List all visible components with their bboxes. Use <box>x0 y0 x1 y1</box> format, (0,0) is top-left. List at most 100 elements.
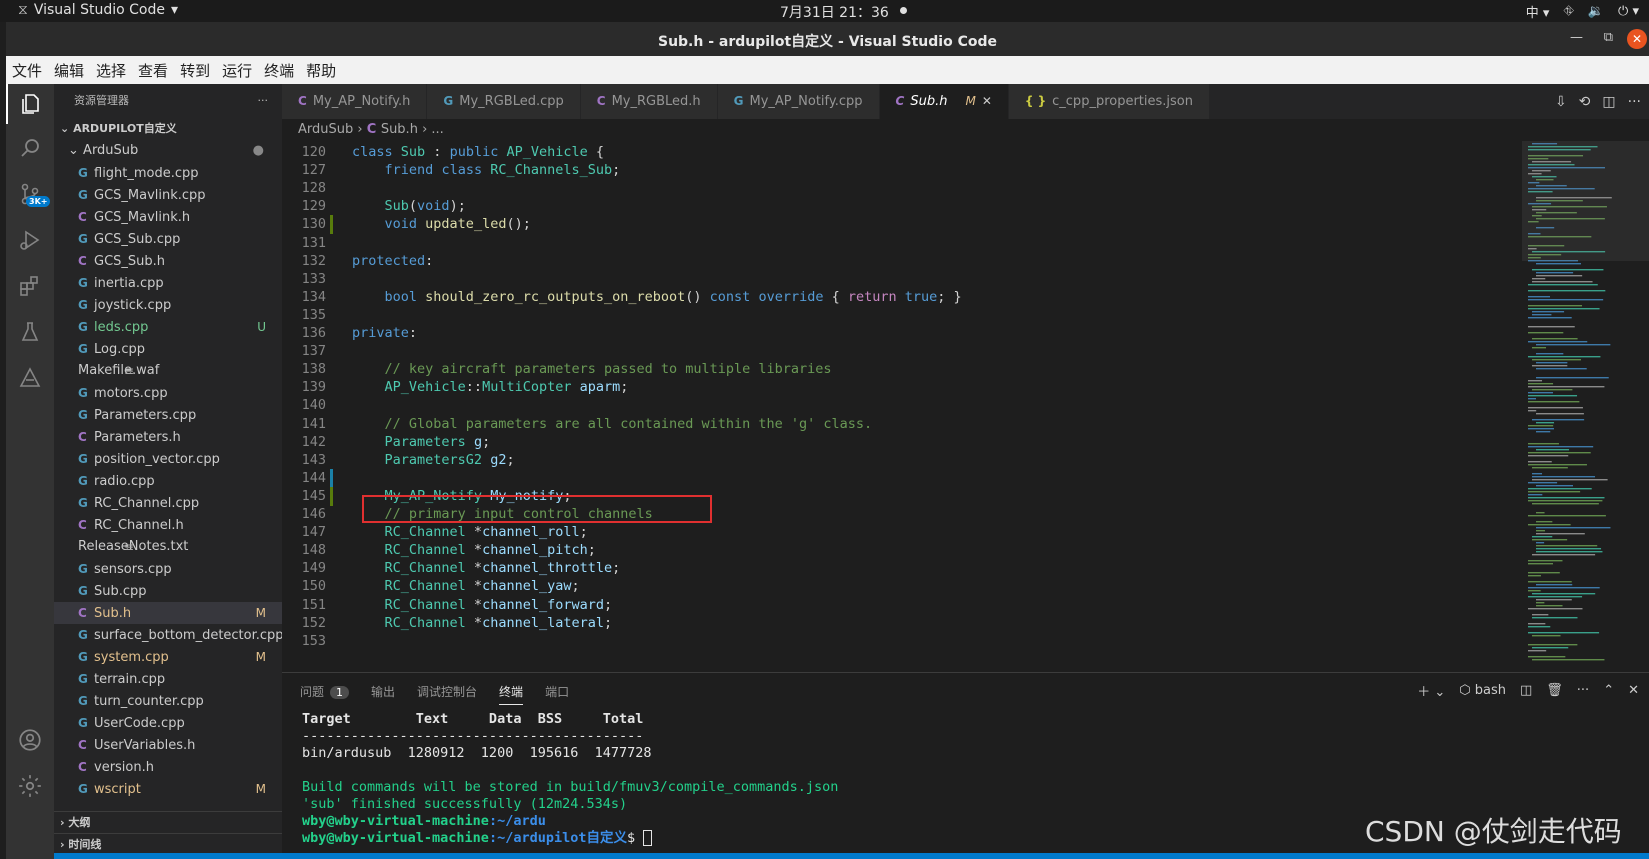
extensions-icon[interactable] <box>6 266 54 306</box>
open-changes-icon[interactable]: ⟲ <box>1579 94 1591 110</box>
tab-problems[interactable]: 问题 1 <box>300 683 350 705</box>
code-editor[interactable]: 120 class Sub : public AP_Vehicle {127 fr… <box>282 141 1522 672</box>
file-item[interactable]: Ginertia.cpp <box>54 272 282 294</box>
run-debug-icon[interactable] <box>6 220 54 260</box>
volume-icon[interactable]: 🔉 <box>1588 4 1604 19</box>
file-item[interactable]: G Log.cpp <box>54 338 282 360</box>
menu-view[interactable]: 查看 <box>138 60 168 81</box>
settings-gear-icon[interactable] <box>6 766 54 806</box>
minimap[interactable] <box>1522 141 1649 672</box>
breadcrumb-file[interactable]: Sub.h <box>381 122 418 137</box>
file-item[interactable]: C GCS_Sub.h <box>54 250 282 272</box>
file-name: radio.cpp <box>94 474 155 489</box>
minimap-code-line <box>1532 635 1561 637</box>
file-item[interactable]: Gmotors.cpp <box>54 382 282 404</box>
terminal-shell-label[interactable]: ⬡ bash <box>1459 683 1506 698</box>
menu-edit[interactable]: 编辑 <box>54 60 84 81</box>
file-item[interactable]: Gjoystick.cpp <box>54 294 282 316</box>
testing-icon[interactable] <box>6 312 54 352</box>
file-item[interactable]: Gsensors.cpp <box>54 558 282 580</box>
minimap-slider[interactable] <box>1522 141 1649 261</box>
tab-terminal[interactable]: 终端 <box>499 683 524 705</box>
close-panel-icon[interactable]: ✕ <box>1628 683 1639 698</box>
file-item[interactable]: C UserVariables.h <box>54 734 282 756</box>
file-item[interactable]: Gsystem.cpp M <box>54 646 282 668</box>
file-item[interactable]: G UserCode.cpp <box>54 712 282 734</box>
minimize-icon[interactable]: — <box>1570 30 1583 45</box>
file-item[interactable]: Gflight_mode.cpp <box>54 162 282 184</box>
split-terminal-icon[interactable]: ◫ <box>1520 683 1532 698</box>
file-item[interactable]: ≡ ReleaseNotes.txt <box>54 536 282 558</box>
tab-my-ap-notify-cpp[interactable]: G My_AP_Notify.cpp <box>717 84 880 119</box>
file-item[interactable]: G GCS_Mavlink.cpp <box>54 184 282 206</box>
accounts-icon[interactable] <box>6 720 54 760</box>
input-method-indicator[interactable]: 中 ▾ <box>1526 2 1550 21</box>
close-window-button[interactable]: ✕ <box>1627 29 1647 49</box>
file-item[interactable]: Gturn_counter.cpp <box>54 690 282 712</box>
menu-terminal[interactable]: 终端 <box>264 60 294 81</box>
file-item[interactable]: C RC_Channel.h <box>54 514 282 536</box>
menu-selection[interactable]: 选择 <box>96 60 126 81</box>
tab-debug-console[interactable]: 调试控制台 <box>417 683 477 705</box>
app-menu[interactable]: ⧖ Visual Studio Code ▾ <box>18 2 178 18</box>
file-item[interactable]: Gsurface_bottom_detector.cpp <box>54 624 284 646</box>
timeline-section[interactable]: › 时间线 <box>54 833 282 855</box>
menu-help[interactable]: 帮助 <box>306 60 336 81</box>
git-status-badge: U <box>257 320 266 334</box>
new-terminal-icon[interactable]: ＋ ⌄ <box>1417 681 1445 700</box>
breadcrumb-symbol[interactable]: ... <box>431 122 443 137</box>
more-actions-icon[interactable]: ··· <box>258 84 269 118</box>
minimap-code-line <box>1528 575 1541 577</box>
menu-go[interactable]: 转到 <box>180 60 210 81</box>
folder-ardusub[interactable]: ⌄ ArduSub ● <box>54 140 282 162</box>
file-item[interactable]: G GCS_Sub.cpp <box>54 228 282 250</box>
tab-ports[interactable]: 端口 <box>545 683 569 705</box>
search-icon[interactable] <box>6 128 54 168</box>
file-item[interactable]: Gterrain.cpp <box>54 668 282 690</box>
network-icon[interactable]: ⛗ <box>1563 4 1573 19</box>
remote-explorer-icon[interactable] <box>6 358 54 398</box>
file-item[interactable]: Gwscript M <box>54 778 282 800</box>
source-control-icon[interactable]: 3K+ <box>6 174 54 214</box>
maximize-panel-icon[interactable]: ⌃ <box>1603 683 1614 698</box>
outline-section[interactable]: › 大纲 <box>54 811 282 833</box>
file-item[interactable]: Gleds.cpp U <box>54 316 282 338</box>
restore-icon[interactable]: ⧉ <box>1604 30 1613 45</box>
system-tray[interactable]: 中 ▾ ⛗ 🔉 ⏻ ▾ <box>1526 2 1639 21</box>
minimap-code-line <box>1532 338 1578 340</box>
workspace-section[interactable]: ⌄ ARDUPILOT自定义 <box>54 118 282 140</box>
terminal-output[interactable]: Target Text Data BSS Total -------------… <box>302 711 838 847</box>
tab-my-ap-notify-h[interactable]: C My_AP_Notify.h <box>282 84 428 119</box>
more-actions-icon[interactable]: ··· <box>1577 683 1589 698</box>
folder-name: ArduSub <box>83 143 139 158</box>
tab-c-cpp-properties-json[interactable]: { } c_cpp_properties.json <box>1008 84 1210 119</box>
tab-my-rgbled-cpp[interactable]: G My_RGBLed.cpp <box>427 84 581 119</box>
file-item[interactable]: G Sub.cpp <box>54 580 282 602</box>
close-tab-icon[interactable]: ✕ <box>982 84 992 119</box>
file-item[interactable]: C Parameters.h <box>54 426 282 448</box>
file-item[interactable]: Gradio.cpp <box>54 470 282 492</box>
menu-run[interactable]: 运行 <box>222 60 252 81</box>
tab-sub-h[interactable]: C Sub.h M ✕ <box>879 84 1009 119</box>
minimap-code-line <box>1532 365 1568 367</box>
code-line: 130 void update_led(); <box>282 215 1522 235</box>
compare-icon[interactable]: ⇩ <box>1555 94 1567 110</box>
minimap-code-line <box>1532 467 1568 469</box>
trash-icon[interactable]: 🗑 <box>1546 683 1563 698</box>
file-item[interactable]: Gposition_vector.cpp <box>54 448 282 470</box>
breadcrumb-folder[interactable]: ArduSub <box>298 122 353 137</box>
file-item[interactable]: ≡ Makefile.waf <box>54 360 282 382</box>
file-item[interactable]: G RC_Channel.cpp <box>54 492 282 514</box>
power-icon[interactable]: ⏻ ▾ <box>1618 4 1639 19</box>
split-editor-icon[interactable]: ◫ <box>1602 94 1615 110</box>
file-item[interactable]: Cversion.h <box>54 756 282 778</box>
tab-my-rgbled-h[interactable]: C My_RGBLed.h <box>580 84 718 119</box>
menu-file[interactable]: 文件 <box>12 60 42 81</box>
file-item[interactable]: C Sub.h M <box>54 602 282 624</box>
explorer-icon[interactable] <box>6 84 54 124</box>
clock[interactable]: 7月31日 21：36 <box>780 2 889 22</box>
file-item[interactable]: C GCS_Mavlink.h <box>54 206 282 228</box>
tab-output[interactable]: 输出 <box>371 683 395 705</box>
more-actions-icon[interactable]: ··· <box>1628 94 1641 110</box>
file-item[interactable]: G Parameters.cpp <box>54 404 282 426</box>
